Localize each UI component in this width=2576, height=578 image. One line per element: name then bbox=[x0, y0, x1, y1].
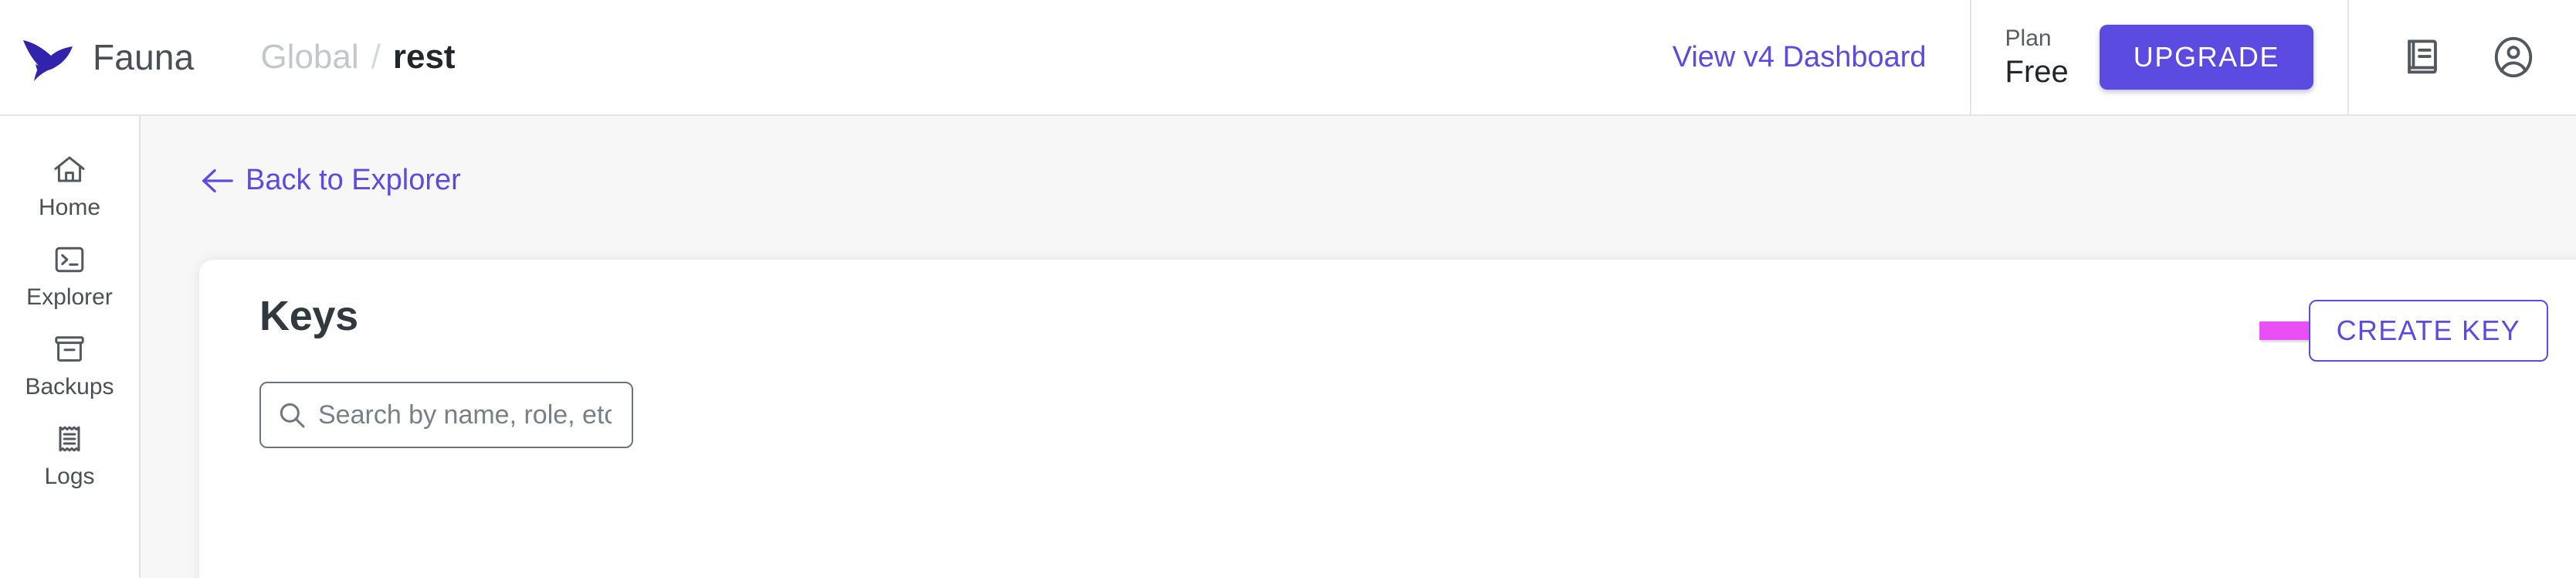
plan-block: Plan Free bbox=[1971, 24, 2100, 90]
receipt-log-icon bbox=[59, 426, 80, 452]
header-icon-group bbox=[2349, 35, 2576, 80]
fauna-bird-logo-icon bbox=[23, 40, 73, 81]
account-user-icon[interactable] bbox=[2491, 35, 2536, 80]
arrow-left-icon bbox=[202, 168, 233, 192]
search-field[interactable] bbox=[259, 382, 633, 448]
home-icon bbox=[54, 156, 85, 182]
breadcrumb-parent[interactable]: Global bbox=[260, 38, 358, 76]
upgrade-button[interactable]: UPGRADE bbox=[2099, 25, 2313, 90]
sidebar-item-logs-label: Logs bbox=[44, 464, 95, 489]
brand[interactable]: Fauna bbox=[0, 32, 194, 83]
keys-card: Keys CREATE KEY bbox=[199, 260, 2576, 578]
breadcrumb: Global / rest bbox=[260, 38, 455, 76]
sidebar: Home Explorer Backups Logs bbox=[0, 116, 141, 578]
sidebar-item-home[interactable]: Home bbox=[0, 138, 139, 227]
brand-name: Fauna bbox=[93, 37, 195, 77]
sidebar-item-logs[interactable]: Logs bbox=[0, 406, 139, 496]
sidebar-item-explorer-label: Explorer bbox=[26, 284, 113, 310]
app-root: Fauna Global / rest View v4 Dashboard Pl… bbox=[0, 0, 2576, 578]
main-content: Back to Explorer Keys CREATE KEY bbox=[142, 116, 2576, 578]
sidebar-item-explorer[interactable]: Explorer bbox=[0, 227, 139, 317]
breadcrumb-current: rest bbox=[392, 38, 456, 76]
docs-book-icon[interactable] bbox=[2400, 35, 2445, 80]
back-to-explorer-link[interactable]: Back to Explorer bbox=[199, 164, 461, 197]
top-header: Fauna Global / rest View v4 Dashboard Pl… bbox=[0, 0, 2576, 116]
plan-label: Plan bbox=[2005, 26, 2052, 52]
sidebar-item-home-label: Home bbox=[38, 195, 101, 220]
plan-value: Free bbox=[2005, 54, 2069, 89]
back-to-explorer-label: Back to Explorer bbox=[246, 164, 461, 196]
sidebar-item-backups-label: Backups bbox=[25, 374, 114, 400]
create-key-button[interactable]: CREATE KEY bbox=[2308, 300, 2548, 362]
view-v4-dashboard-link[interactable]: View v4 Dashboard bbox=[1673, 41, 1970, 74]
sidebar-item-backups[interactable]: Backups bbox=[0, 317, 139, 406]
terminal-icon bbox=[55, 246, 84, 273]
page-title: Keys bbox=[259, 293, 358, 339]
search-input[interactable] bbox=[318, 383, 612, 447]
search-icon bbox=[280, 403, 305, 428]
breadcrumb-separator: / bbox=[371, 38, 381, 76]
archive-box-icon bbox=[55, 336, 84, 362]
